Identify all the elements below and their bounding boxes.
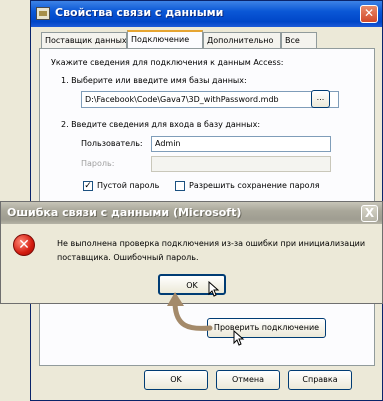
tab-all[interactable]: Все	[281, 32, 317, 49]
database-path-input[interactable]: D:\Facebook\Code\Gava7\3D_withPassword.m…	[81, 91, 339, 108]
dialog-close-button[interactable]: X	[361, 205, 378, 222]
window-titlebar[interactable]: Свойства связи с данными ✕	[31, 1, 382, 27]
close-button[interactable]: ✕	[360, 5, 378, 23]
window-title: Свойства связи с данными	[55, 6, 224, 19]
tab-connection[interactable]: Подключение	[127, 30, 203, 49]
cancel-button[interactable]: Отмена	[216, 370, 280, 390]
tab-advanced[interactable]: Дополнительно	[203, 32, 281, 49]
allow-save-password-label: Разрешить сохранение пароля	[189, 181, 320, 190]
user-input[interactable]: Admin	[151, 136, 331, 152]
password-label: Пароль:	[81, 159, 115, 168]
data-link-icon	[36, 7, 50, 20]
browse-button[interactable]: ...	[311, 90, 330, 108]
password-input[interactable]	[151, 156, 331, 172]
dialog-title: Ошибка связи с данными (Microsoft)	[7, 206, 242, 219]
mouse-pointer-icon	[208, 281, 220, 297]
close-icon: ✕	[363, 6, 375, 20]
blank-password-label: Пустой пароль	[97, 181, 160, 190]
test-connection-button[interactable]: Проверить подключение	[207, 318, 326, 338]
tab-provider[interactable]: Поставщик данных	[41, 32, 127, 49]
step2-label: 2. Введите сведения для входа в базу дан…	[61, 120, 261, 129]
mouse-pointer-icon	[233, 330, 245, 346]
step1-label: 1. Выберите или введите имя базы данных:	[61, 76, 247, 85]
dialog-titlebar[interactable]: Ошибка связи с данными (Microsoft) X	[1, 202, 382, 224]
user-label: Пользователь:	[81, 139, 143, 148]
help-button[interactable]: Справка	[288, 370, 352, 390]
intro-label: Укажите сведения для подключения к данны…	[51, 58, 284, 67]
allow-save-password-checkbox[interactable]	[175, 181, 185, 191]
arrow-head	[167, 292, 184, 306]
close-icon: X	[364, 206, 375, 220]
arrow-shaft	[172, 301, 213, 331]
blank-password-checkbox[interactable]: ✓	[83, 181, 93, 191]
ok-button[interactable]: OK	[144, 370, 208, 390]
error-icon: ✕	[13, 234, 35, 256]
error-message: Не выполнена проверка подключения из-за …	[57, 239, 366, 262]
